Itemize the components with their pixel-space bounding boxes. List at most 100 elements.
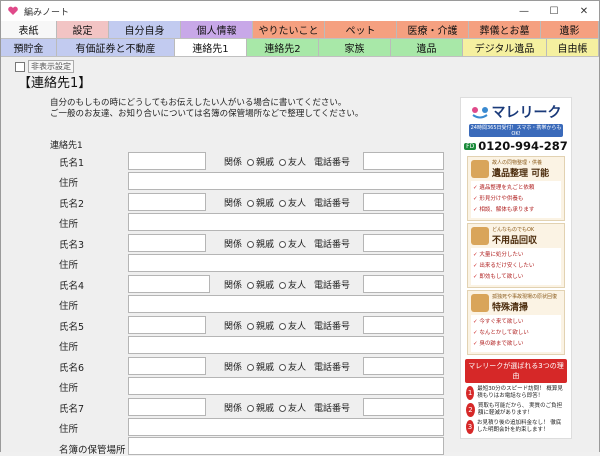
relation-radio-friend[interactable] — [279, 159, 287, 166]
tab-5[interactable]: やりたいこと — [253, 21, 325, 38]
ad-subtitle: 24時間365日受付！スマホ・携帯からもOK! — [469, 124, 563, 137]
tab-8[interactable]: 葬儀とお墓 — [469, 21, 541, 38]
relation-option-label: 親戚 — [256, 158, 275, 168]
tab-7[interactable]: デジタル遺品 — [463, 39, 547, 56]
minimize-button[interactable]: — — [509, 1, 539, 21]
service-icon — [471, 227, 489, 245]
relation-option-label: 友人 — [288, 363, 307, 373]
phone-input[interactable] — [363, 193, 444, 211]
tab-3[interactable]: 連絡先1 — [175, 39, 247, 56]
tab-3[interactable]: 自分自身 — [109, 21, 181, 38]
address-label: 住所 — [59, 301, 79, 312]
tab-7[interactable]: 医療・介護 — [397, 21, 469, 38]
advertisement-banner[interactable]: マレリーク 24時間365日受付！スマホ・携帯からもOK! FD 0120-99… — [460, 97, 572, 439]
ad-service-item: 形見分けや供養も — [473, 194, 559, 205]
name-input[interactable] — [128, 316, 206, 334]
relation-option-label: 親戚 — [256, 322, 275, 332]
maximize-button[interactable]: ☐ — [539, 1, 569, 21]
relation-radio-relative[interactable] — [247, 282, 255, 289]
tab-2[interactable]: 設定 — [57, 21, 109, 38]
address-input[interactable] — [128, 213, 444, 231]
name-label: 氏名7 — [59, 404, 85, 415]
relation-radio-friend[interactable] — [279, 241, 287, 248]
relation-group: 関係 親戚 友人 電話番号 — [224, 155, 350, 168]
name-input[interactable] — [128, 398, 206, 416]
address-input[interactable] — [128, 172, 444, 190]
relation-radio-friend[interactable] — [279, 323, 287, 330]
relation-group: 関係 親戚 友人 電話番号 — [224, 278, 350, 291]
ad-reason-title: マレリークが選ばれる3つの理由 — [465, 359, 567, 383]
address-input[interactable] — [128, 295, 444, 313]
relation-radio-friend[interactable] — [279, 282, 287, 289]
phone-label: 電話番号 — [314, 281, 351, 291]
relation-radio-relative[interactable] — [247, 323, 255, 330]
reason-text: 買取も可能だから、 実質のご負担額に軽減があります！ — [477, 403, 563, 416]
relation-radio-friend[interactable] — [279, 364, 287, 371]
phone-input[interactable] — [363, 152, 444, 170]
phone-input[interactable] — [363, 316, 444, 334]
reason-number-badge: 2 — [466, 403, 475, 417]
relation-option-label: 親戚 — [256, 404, 275, 414]
relation-option-label: 友人 — [288, 322, 307, 332]
relation-group: 関係 親戚 友人 電話番号 — [224, 319, 350, 332]
tab-2[interactable]: 有価証券と不動産 — [57, 39, 175, 56]
intro-line: ご一般のお友達、お知り合いについては名簿の保管場所などで整理してください。 — [50, 109, 364, 119]
address-input[interactable] — [128, 336, 444, 354]
ad-reason-item: 1 最短30分のスピード訪問！ 概算見積もりはお電話なら即答！ — [466, 386, 566, 400]
tab-6[interactable]: 遺品 — [391, 39, 463, 56]
name-label: 氏名3 — [59, 240, 85, 251]
relation-radio-relative[interactable] — [247, 159, 255, 166]
name-input[interactable] — [128, 234, 206, 252]
tab-5[interactable]: 家族 — [319, 39, 391, 56]
relation-radio-friend[interactable] — [279, 200, 287, 207]
ad-service-caption: 故人の同物整理・供養 — [492, 160, 543, 166]
section-label: 連絡先1 — [50, 141, 83, 151]
relation-radio-relative[interactable] — [247, 405, 255, 412]
phone-label: 電話番号 — [314, 404, 351, 414]
relation-option-label: 友人 — [288, 281, 307, 291]
phone-input[interactable] — [363, 357, 444, 375]
tab-9[interactable]: 遺影 — [541, 21, 599, 38]
checkbox-box[interactable] — [15, 61, 25, 72]
relation-option-label: 親戚 — [256, 240, 275, 250]
relation-radio-relative[interactable] — [247, 200, 255, 207]
phone-input[interactable] — [363, 234, 444, 252]
name-input[interactable] — [128, 193, 206, 211]
name-input[interactable] — [128, 357, 206, 375]
name-input[interactable] — [128, 275, 210, 293]
relation-label: 関係 — [224, 158, 243, 168]
ad-header: マレリーク 24時間365日受付！スマホ・携帯からもOK! FD 0120-99… — [461, 98, 571, 154]
ad-service-item: 今すぐ来て欲しい — [473, 317, 559, 328]
relation-radio-relative[interactable] — [247, 241, 255, 248]
phone-input[interactable] — [363, 398, 444, 416]
heart-app-icon — [7, 5, 19, 17]
relation-label: 関係 — [224, 240, 243, 250]
close-button[interactable]: ✕ — [569, 1, 599, 21]
ad-service-caption: 孤独死や事故現場の原状回復 — [492, 294, 558, 300]
tab-1[interactable]: 預貯金 — [1, 39, 57, 56]
phone-input[interactable] — [363, 275, 444, 293]
address-input[interactable] — [128, 418, 444, 436]
tab-6[interactable]: ペット — [325, 21, 397, 38]
intro-text: 自分のもしもの時にどうしてもお伝えしたい人がいる場合に書いてください。 ご一般の… — [50, 98, 363, 120]
tab-1[interactable]: 表紙 — [1, 21, 57, 38]
address-input[interactable] — [128, 254, 444, 272]
relation-radio-relative[interactable] — [247, 364, 255, 371]
roster-input[interactable] — [128, 437, 444, 455]
relation-option-label: 親戚 — [256, 363, 275, 373]
tab-row-1: 表紙 設定 自分自身 個人情報 やりたいこと ペット 医療・介護 葬儀とお墓 遺影 — [1, 21, 599, 39]
ad-service-block: 故人の同物整理・供養遺品整理 可能遺品整理を丸ごと依頼形見分けや供養も相談、解体… — [467, 156, 565, 221]
tab-8[interactable]: 自由帳 — [547, 39, 599, 56]
tab-4[interactable]: 個人情報 — [181, 21, 253, 38]
address-label: 住所 — [59, 260, 79, 271]
ad-service-item: 出来るだけ安くしたい — [473, 261, 559, 272]
ad-service-title: 遺品整理 可能 — [492, 169, 550, 179]
phone-label: 電話番号 — [314, 363, 351, 373]
relation-radio-friend[interactable] — [279, 405, 287, 412]
relation-label: 関係 — [224, 404, 243, 414]
address-label: 住所 — [59, 342, 79, 353]
relation-option-label: 友人 — [288, 199, 307, 209]
name-input[interactable] — [128, 152, 206, 170]
address-input[interactable] — [128, 377, 444, 395]
tab-4[interactable]: 連絡先2 — [247, 39, 319, 56]
